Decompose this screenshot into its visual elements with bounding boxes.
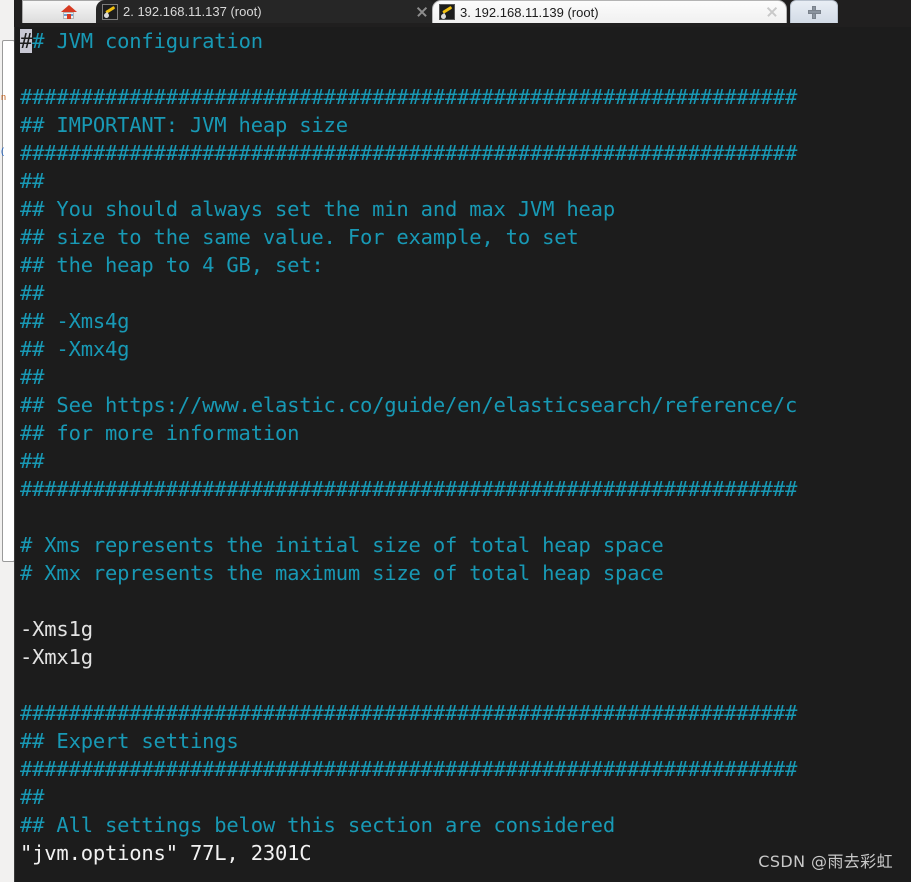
terminal-line: ## [20,169,45,193]
app-root: n ( 2. 192.168.11.137 (root) 3. 192.168.… [0,0,911,882]
tab-session-139[interactable]: 3. 192.168.11.139 (root) [432,0,787,23]
terminal-line: ## -Xmx4g [20,337,130,361]
terminal-text-area: ## JVM configuration ###################… [20,27,911,867]
close-icon[interactable] [414,4,430,20]
background-window-sliver[interactable]: n ( [0,0,15,882]
terminal-line: ## for more information [20,421,300,445]
background-text-fragment: n [1,92,7,102]
terminal-line: ## [20,785,45,809]
terminal-line: # Xms represents the initial size of tot… [20,533,664,557]
plus-icon [807,5,821,19]
watermark: CSDN @雨去彩虹 [758,852,893,871]
terminal-line: ########################################… [20,701,798,725]
terminal-line: ## [20,365,45,389]
wrench-icon [102,3,118,20]
terminal-line: ## the heap to 4 GB, set: [20,253,324,277]
tab-label: 3. 192.168.11.139 (root) [460,4,599,20]
terminal-line: ########################################… [20,85,798,109]
terminal-line: -Xms1g [20,617,93,641]
terminal-line: ## Expert settings [20,729,239,753]
tab-label: 2. 192.168.11.137 (root) [123,4,262,19]
wrench-icon [439,4,455,20]
close-icon[interactable] [764,4,780,20]
terminal-line: # Xmx represents the maximum size of tot… [20,561,664,585]
terminal-pane[interactable]: ## JVM configuration ###################… [14,27,911,882]
terminal-line: ## All settings below this section are c… [20,813,615,837]
terminal-line: ## [20,281,45,305]
terminal-line: -Xmx1g [20,645,93,669]
terminal-line: ## -Xms4g [20,309,130,333]
terminal-line: ########################################… [20,141,798,165]
terminal-line: ## [20,449,45,473]
terminal-line: ## You should always set the min and max… [20,197,615,221]
terminal-line: ## JVM configuration [20,29,263,53]
new-tab-button[interactable] [790,0,838,23]
text-cursor: # [20,29,33,53]
background-text-fragment: ( [1,146,4,156]
terminal-line: ########################################… [20,757,798,781]
terminal-line: ## size to the same value. For example, … [20,225,579,249]
terminal-line: ########################################… [20,477,798,501]
tab-session-137[interactable]: 2. 192.168.11.137 (root) [96,0,436,23]
terminal-line: ## IMPORTANT: JVM heap size [20,113,348,137]
home-icon [60,4,77,20]
terminal-line: ## See https://www.elastic.co/guide/en/e… [20,393,798,417]
